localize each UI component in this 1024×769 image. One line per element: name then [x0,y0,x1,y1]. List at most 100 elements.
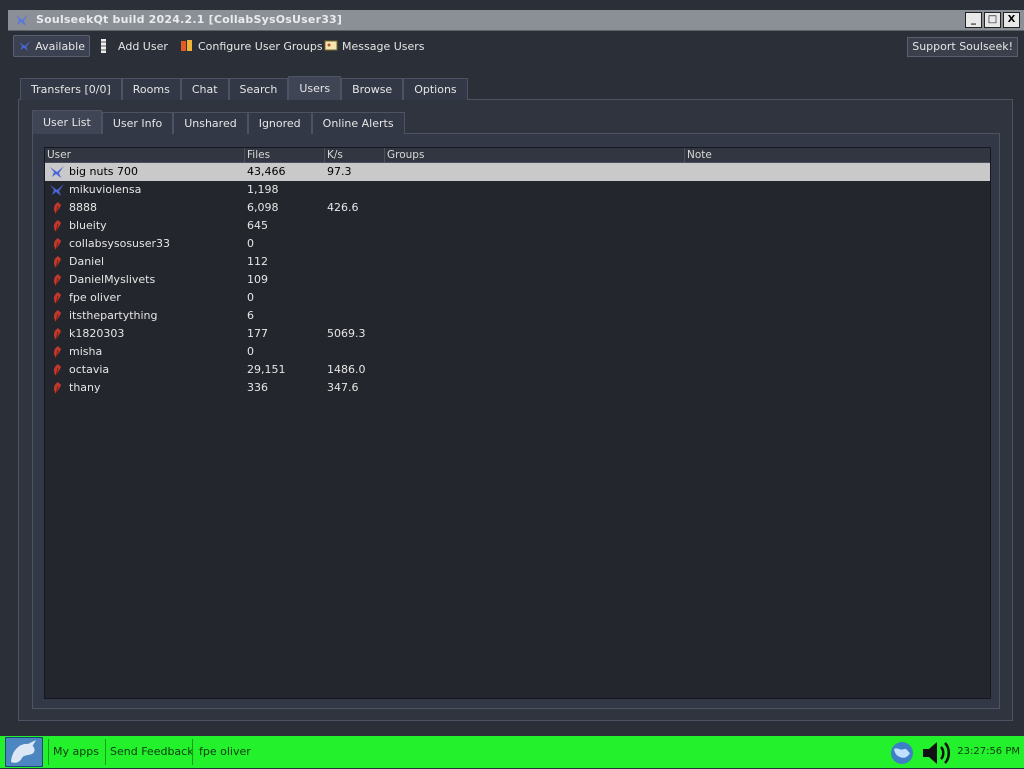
table-row[interactable]: big nuts 700 43,466 97.3 [45,163,990,181]
table-row[interactable]: k1820303 177 5069.3 [45,325,990,343]
files-cell: 0 [247,291,254,304]
message-users-label: Message Users [342,39,425,53]
tab-browse[interactable]: Browse [341,78,404,100]
window-title-bar: SoulseekQt build 2024.2.1 [CollabSysOsUs… [8,10,1024,31]
red-feather-icon [53,256,61,269]
available-label: Available [35,39,85,53]
subtab-ignored[interactable]: Ignored [247,112,312,134]
red-feather-icon [53,364,61,377]
main-tabs: Transfers [0/0] Rooms Chat Search Users … [20,76,468,100]
files-cell: 0 [247,345,254,358]
taskbar-window-fpe-oliver[interactable]: fpe oliver [199,745,251,758]
available-status-button[interactable]: Available [13,35,90,57]
column-header-groups[interactable]: Groups [385,148,685,162]
red-feather-icon [53,220,61,233]
red-feather-icon [53,202,61,215]
column-header-note[interactable]: Note [685,148,990,162]
speed-cell: 347.6 [327,381,359,394]
maximize-button[interactable]: □ [984,12,1001,28]
tab-options[interactable]: Options [403,78,468,100]
configure-groups-icon [181,40,192,51]
files-cell: 6 [247,309,254,322]
add-user-button[interactable]: Add User [100,35,168,57]
subtab-online-alerts[interactable]: Online Alerts [311,112,405,134]
tab-search[interactable]: Search [228,78,289,100]
message-users-button[interactable]: Message Users [324,35,425,57]
user-name-cell: thany [69,381,101,394]
red-feather-icon [53,274,61,287]
volume-icon[interactable] [920,739,954,767]
user-name-cell: 8888 [69,201,97,214]
blue-bird-icon [50,184,64,196]
configure-groups-label: Configure User Groups [198,39,323,53]
add-user-icon [101,39,106,53]
table-row[interactable]: fpe oliver 0 [45,289,990,307]
user-name-cell: mikuviolensa [69,183,142,196]
taskbar-my-apps[interactable]: My apps [53,745,99,758]
tab-rooms[interactable]: Rooms [121,78,181,100]
table-row[interactable]: Daniel 112 [45,253,990,271]
speed-cell: 5069.3 [327,327,366,340]
message-icon [324,40,338,51]
table-row[interactable]: blueity 645 [45,217,990,235]
user-name-cell: k1820303 [69,327,125,340]
user-name-cell: Daniel [69,255,105,268]
files-cell: 43,466 [247,165,286,178]
minimize-button[interactable]: _ [965,12,982,28]
subtab-user-list[interactable]: User List [32,110,102,134]
red-feather-icon [53,382,61,395]
table-row[interactable]: DanielMyslivets 109 [45,271,990,289]
speed-cell: 1486.0 [327,363,366,376]
taskbar-clock: 23:27:56 PM [957,746,1020,757]
taskbar: My apps Send Feedback fpe oliver 23:27:5… [0,736,1024,768]
table-row[interactable]: mikuviolensa 1,198 [45,181,990,199]
window-title: SoulseekQt build 2024.2.1 [CollabSysOsUs… [14,13,342,27]
files-cell: 1,198 [247,183,279,196]
support-soulseek-button[interactable]: Support Soulseek! [907,37,1018,57]
red-feather-icon [53,238,61,251]
files-cell: 112 [247,255,268,268]
subtab-user-info[interactable]: User Info [101,112,174,134]
user-name-cell: big nuts 700 [69,165,138,178]
table-row[interactable]: collabsysosuser33 0 [45,235,990,253]
files-cell: 336 [247,381,268,394]
red-feather-icon [53,328,61,341]
red-feather-icon [53,310,61,323]
red-feather-icon [53,346,61,359]
column-header-files[interactable]: Files [245,148,325,162]
add-user-label: Add User [118,39,168,53]
tab-chat[interactable]: Chat [180,78,229,100]
tab-users[interactable]: Users [288,76,342,100]
subtab-unshared[interactable]: Unshared [173,112,248,134]
taskbar-send-feedback[interactable]: Send Feedback [110,745,194,758]
files-cell: 177 [247,327,268,340]
table-row[interactable]: octavia 29,151 1486.0 [45,361,990,379]
user-name-cell: octavia [69,363,110,376]
files-cell: 0 [247,237,254,250]
table-row[interactable]: thany 336 347.6 [45,379,990,397]
network-globe-icon[interactable] [888,739,916,767]
user-name-cell: DanielMyslivets [69,273,156,286]
blue-bird-icon [50,166,64,178]
column-header-user[interactable]: User [45,148,245,162]
table-header: User Files K/s Groups Note [45,148,990,163]
start-logo-icon [11,740,36,763]
files-cell: 109 [247,273,268,286]
speed-cell: 426.6 [327,201,359,214]
close-button[interactable]: X [1003,12,1020,28]
configure-user-groups-button[interactable]: Configure User Groups [180,35,323,57]
tab-transfers[interactable]: Transfers [0/0] [20,78,122,100]
user-name-cell: misha [69,345,103,358]
start-button[interactable] [5,737,43,767]
red-feather-icon [53,292,61,305]
toolbar: Available Add User Configure User Groups… [8,31,1024,63]
main-panel: Transfers [0/0] Rooms Chat Search Users … [8,72,1024,732]
blue-bird-icon [18,41,31,51]
user-list-table[interactable]: User Files K/s Groups Note big nuts 700 4… [44,147,991,699]
table-row[interactable]: itsthepartything 6 [45,307,990,325]
table-row[interactable]: 8888 6,098 426.6 [45,199,990,217]
speed-cell: 97.3 [327,165,352,178]
soulseek-bird-icon [16,14,28,26]
table-row[interactable]: misha 0 [45,343,990,361]
column-header-speed[interactable]: K/s [325,148,385,162]
